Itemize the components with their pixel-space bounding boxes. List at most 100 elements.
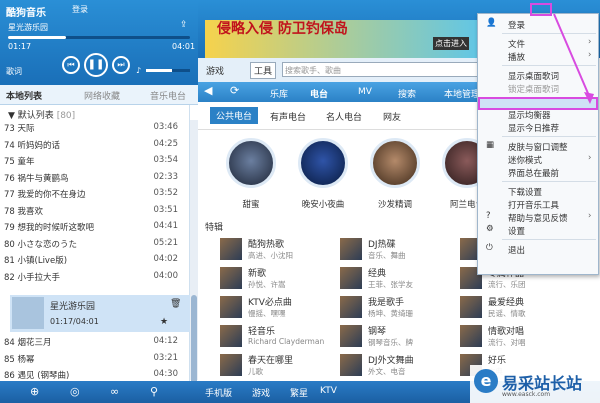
next-icon[interactable]: ⏭ — [112, 56, 130, 74]
tools-button[interactable]: 工具 — [250, 62, 277, 79]
song-duration: 02:33 — [153, 171, 179, 182]
menu-item[interactable]: 锁定桌面歌词 — [478, 82, 598, 95]
tab-local-list[interactable]: 本地列表 — [6, 89, 42, 102]
favorite-icon[interactable]: ★ — [160, 317, 168, 327]
tab-celebrity[interactable]: 名人电台 — [326, 110, 362, 123]
selected-song[interactable]: 星光游乐园 01:17/04:01 🗑 ★ — [10, 295, 190, 332]
bottom-ktv[interactable]: KTV — [320, 386, 337, 396]
add-icon[interactable]: ⊕ — [30, 385, 39, 398]
menu-button-highlight[interactable] — [530, 3, 552, 16]
station-avatar[interactable] — [226, 138, 276, 188]
radio-item[interactable]: DJ热碟 音乐、舞曲 — [340, 236, 460, 262]
tab-net-favorites[interactable]: 网络收藏 — [84, 89, 120, 102]
bottom-mobile[interactable]: 手机版 — [205, 386, 232, 399]
nav-local[interactable]: 本地管理 — [444, 87, 480, 100]
delete-icon[interactable]: 🗑 — [170, 299, 181, 309]
menu-item-label: 登录 — [508, 21, 526, 31]
list-item[interactable]: 81 小镇(Live版) 04:02 — [0, 251, 188, 268]
tab-public[interactable]: 公共电台 — [210, 107, 259, 124]
search-icon[interactable]: ⚲ — [150, 385, 158, 398]
list-item[interactable]: 80 小さな恋のうた 05:21 — [0, 235, 188, 252]
toolbar: 游戏 工具 搜索歌手、歌曲 — [198, 58, 488, 82]
radio-item[interactable]: 轻音乐 Richard Clayderman — [220, 323, 340, 349]
menu-item[interactable]: ? 帮助与意见反馈 › — [478, 211, 598, 224]
loop-icon[interactable]: ∞ — [110, 385, 119, 398]
menu-item[interactable]: 👤 登录 — [478, 18, 598, 31]
list-item[interactable]: 73 天际 03:46 — [0, 119, 188, 136]
scrollbar[interactable] — [190, 120, 198, 385]
menu-item[interactable]: 显示今日推荐 — [478, 121, 598, 134]
list-item[interactable]: 76 祸牛与黄鹂鸟 02:33 — [0, 169, 188, 186]
station-avatar[interactable] — [370, 138, 420, 188]
radio-item[interactable]: KTV必点曲 慢摇、嘿嘿 — [220, 294, 340, 320]
menu-item-label: 显示均衡器 — [508, 111, 551, 121]
game-button[interactable]: 游戏 — [206, 64, 224, 77]
radio-item[interactable]: DJ外文舞曲 外文、电音 — [340, 352, 460, 378]
list-item[interactable]: 75 童年 03:54 — [0, 152, 188, 169]
radio-item[interactable]: 最爱经典 民谣、情歌 — [460, 294, 580, 320]
item-thumbnail — [220, 238, 242, 260]
menu-item[interactable]: 播放 › — [478, 50, 598, 63]
menu-item[interactable]: 界面总在最前 — [478, 166, 598, 179]
list-item[interactable]: 78 我喜欢 03:51 — [0, 202, 188, 219]
time-total: 04:01 — [172, 42, 196, 51]
refresh-icon[interactable]: ⟳ — [230, 84, 239, 97]
volume-icon[interactable]: ♪ — [136, 66, 141, 75]
search-input[interactable]: 搜索歌手、歌曲 — [282, 62, 482, 77]
tab-audio[interactable]: 有声电台 — [270, 110, 306, 123]
nav-library[interactable]: 乐库 — [270, 87, 288, 100]
player-panel: 酷狗音乐 登录 星光游乐园 ⇪ 01:17 04:01 ⏮ ❚❚ ⏭ 歌词 ♪ — [0, 0, 198, 85]
radio-item[interactable]: 我是歌手 杨坤、黄绮珊 — [340, 294, 460, 320]
menu-item[interactable]: ▦ 皮肤与窗口调整 — [478, 140, 598, 153]
radio-item[interactable]: 经典 王菲、张学友 — [340, 265, 460, 291]
menu-item[interactable]: 文件 › — [478, 37, 598, 50]
pause-icon[interactable]: ❚❚ — [84, 53, 108, 77]
tab-radio[interactable]: 音乐电台 — [150, 89, 186, 102]
radio-item[interactable]: 酷狗热歌 高进、小沈阳 — [220, 236, 340, 262]
radio-item[interactable]: 春天在哪里 儿歌 — [220, 352, 340, 378]
nav-radio[interactable]: 电台 — [310, 87, 328, 100]
volume-slider[interactable] — [146, 69, 190, 72]
menu-item[interactable]: 显示桌面歌词 — [478, 69, 598, 82]
song-duration: 04:02 — [153, 254, 179, 264]
radio-item[interactable]: 钢琴 钢琴音乐、牌 — [340, 323, 460, 349]
station-label[interactable]: 甜蜜 — [221, 198, 281, 210]
list-item[interactable]: 84 烟花三月 04:12 — [0, 333, 188, 350]
song-duration: 03:52 — [153, 188, 179, 198]
lyrics-toggle[interactable]: 歌词 — [6, 66, 22, 77]
list-item[interactable]: 82 小手拉大手 04:00 — [0, 268, 188, 285]
station-avatar[interactable] — [298, 138, 348, 188]
list-item[interactable]: 79 想我的时候听这歌吧 04:41 — [0, 218, 188, 235]
radio-item[interactable]: 情歌对唱 流行、对唱 — [460, 323, 580, 349]
bottom-fanxing[interactable]: 繁星 — [290, 386, 308, 399]
menu-item[interactable]: ⚙ 设置 — [478, 224, 598, 237]
station-label[interactable]: 沙发精调 — [365, 198, 425, 210]
tab-user[interactable]: 网友 — [383, 110, 401, 123]
login-link[interactable]: 登录 — [72, 4, 88, 15]
share-icon[interactable]: ⇪ — [180, 20, 188, 30]
locate-icon[interactable]: ◎ — [70, 385, 80, 398]
list-item[interactable]: 85 杨幂 03:21 — [0, 350, 188, 367]
previous-icon[interactable]: ⏮ — [62, 56, 80, 74]
nav-search[interactable]: 搜索 — [398, 87, 416, 100]
menu-item[interactable]: 打开音乐工具 — [478, 198, 598, 211]
bottom-game[interactable]: 游戏 — [252, 386, 270, 399]
menu-item-label: 打开音乐工具 — [508, 201, 560, 211]
list-item[interactable]: 77 我爱的你不在身边 03:52 — [0, 185, 188, 202]
banner-link[interactable]: 点击进入 — [433, 37, 469, 50]
item-thumbnail — [220, 354, 242, 376]
nav-mv[interactable]: MV — [358, 87, 372, 97]
menu-item[interactable]: ⏻ 退出 — [478, 243, 598, 256]
menu-item[interactable]: 下载设置 — [478, 185, 598, 198]
progress-bar[interactable] — [8, 36, 190, 39]
banner-ad[interactable]: 侵略入侵 防卫钓保岛 点击进入 — [205, 20, 483, 58]
back-icon[interactable]: ◀ — [204, 84, 212, 97]
station-label[interactable]: 晚安小夜曲 — [293, 198, 353, 210]
item-title: DJ热碟 — [368, 240, 396, 250]
menu-item[interactable]: 迷你模式 › — [478, 153, 598, 166]
item-subtitle: 流行、乐团 — [488, 280, 526, 289]
item-subtitle: 杨坤、黄绮珊 — [368, 309, 413, 318]
item-subtitle: 外文、电音 — [368, 367, 406, 376]
list-item[interactable]: 74 听妈妈的话 04:25 — [0, 136, 188, 153]
radio-item[interactable]: 新歌 孙悦、许嵩 — [220, 265, 340, 291]
